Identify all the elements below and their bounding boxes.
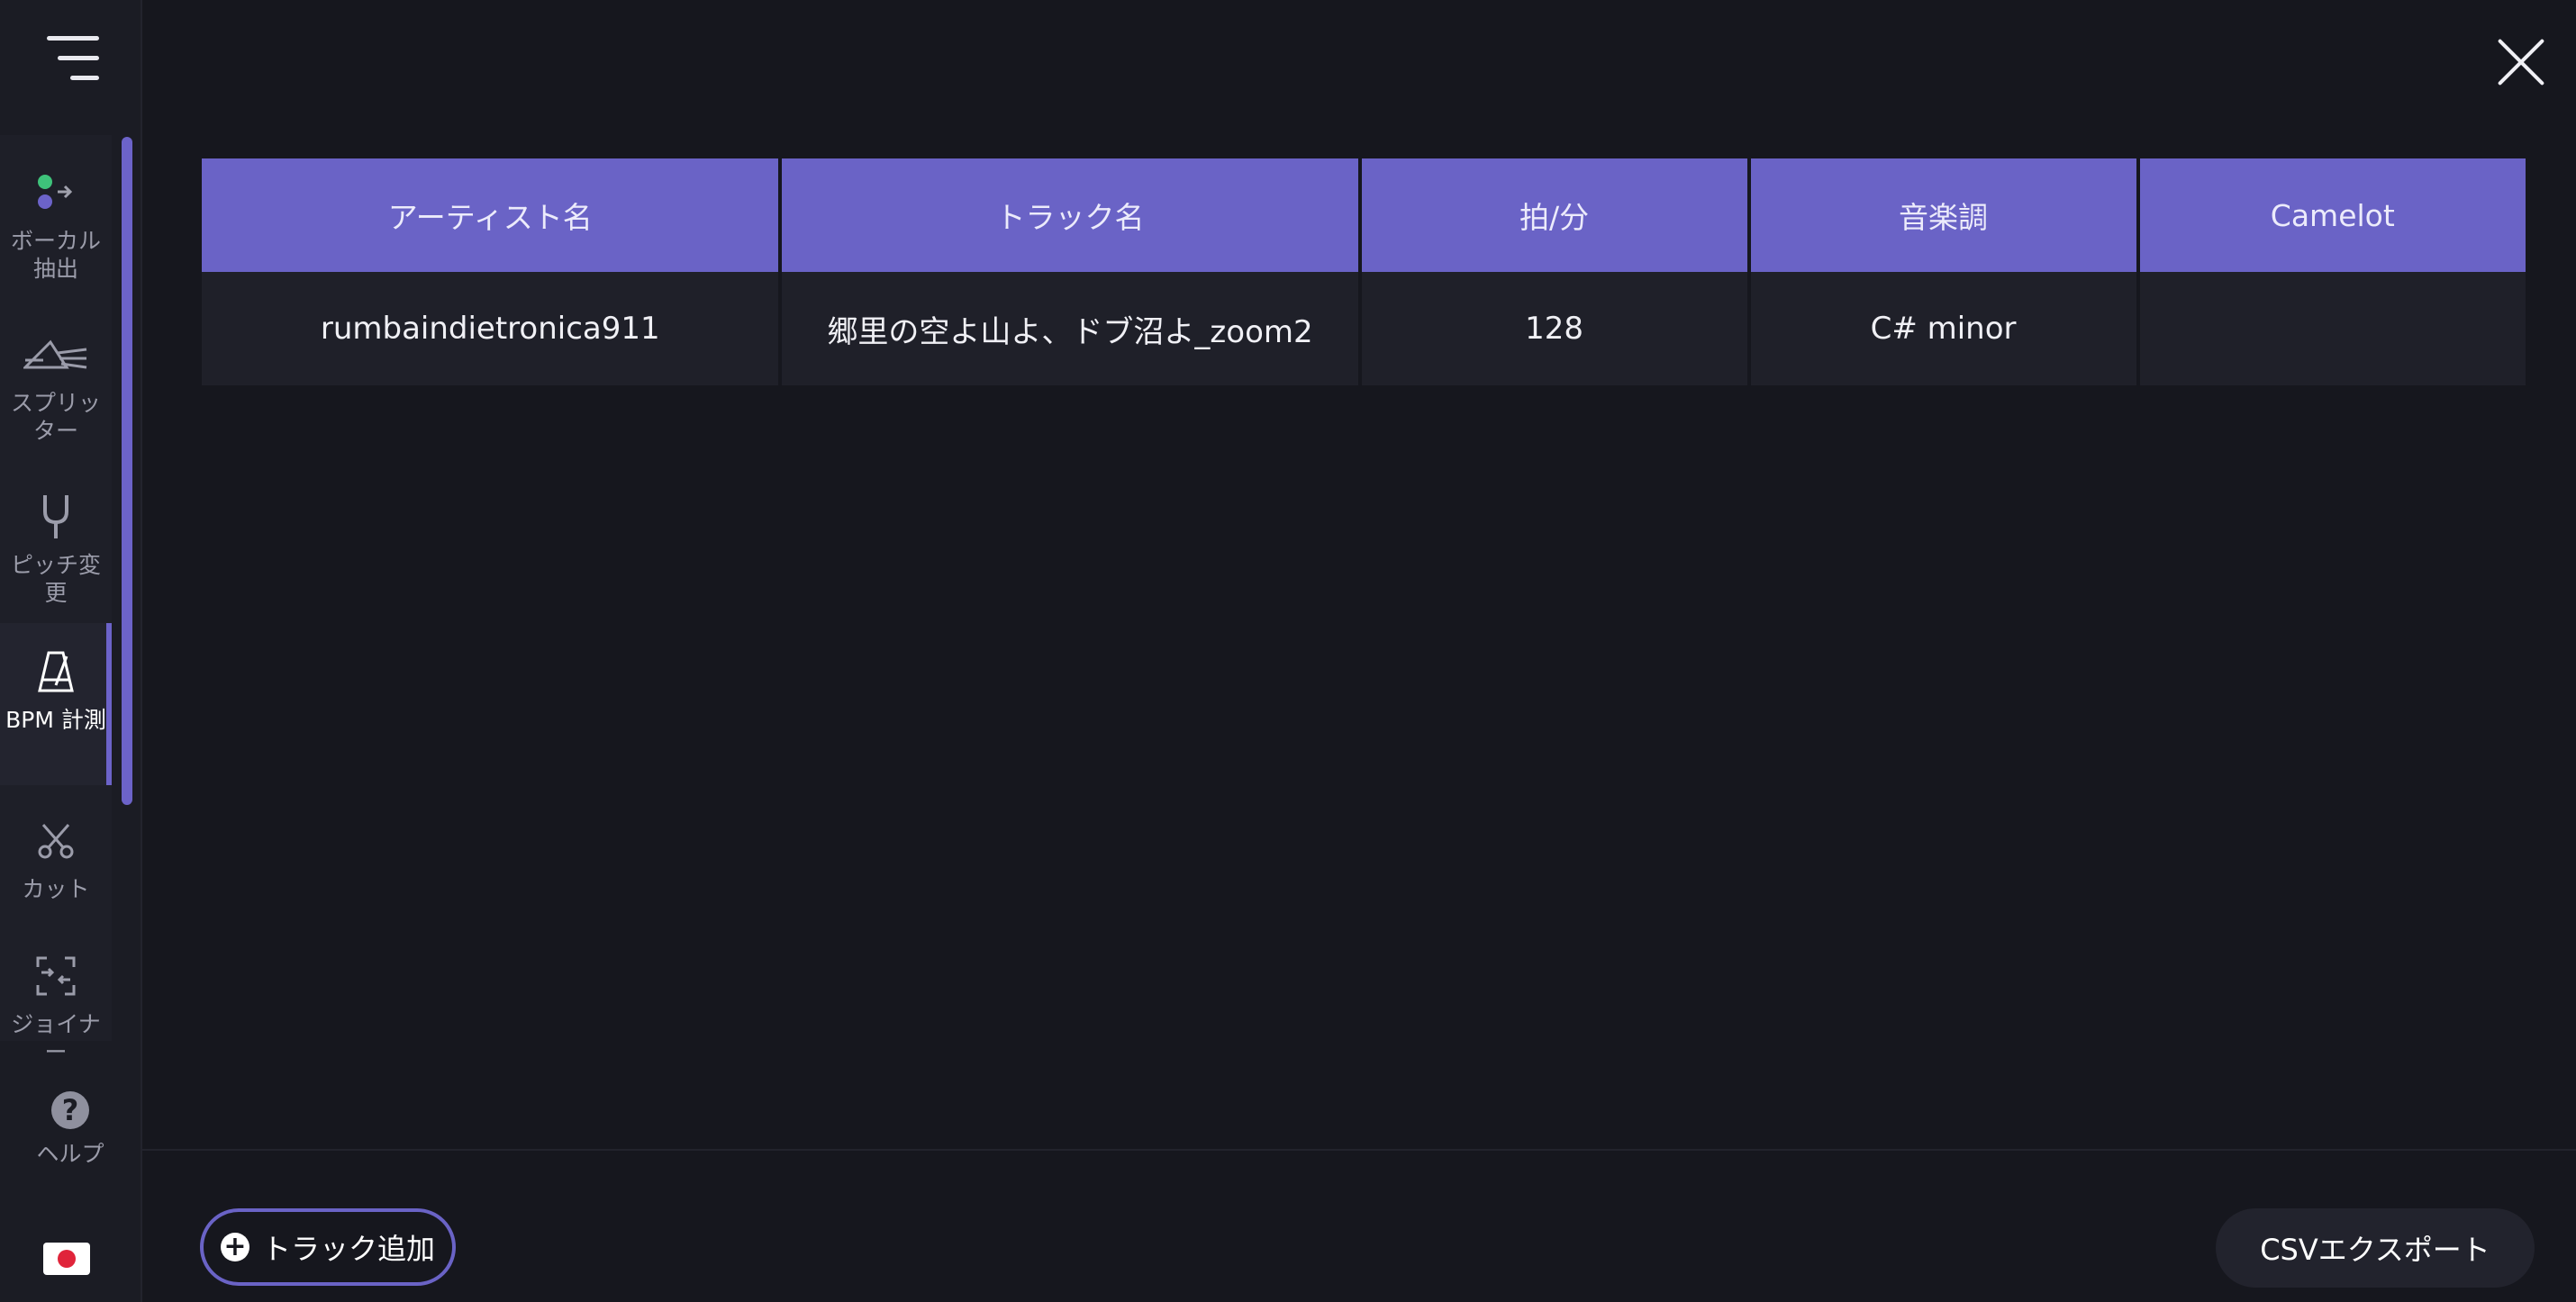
sidebar-item-label: ジョイナー [11, 1011, 101, 1065]
metronome-icon [38, 643, 74, 701]
column-header-artist[interactable]: アーティスト名 [202, 158, 779, 272]
tuning-fork-icon [40, 488, 72, 546]
jp-flag-icon[interactable] [43, 1243, 90, 1275]
scissors-icon [36, 812, 76, 870]
close-icon[interactable] [2495, 36, 2547, 88]
sidebar: ボーカル抽出 スプリッター ピッチ変更 BPM 計測 カット ジョイナー ? ヘ… [0, 0, 142, 1302]
help-button[interactable]: ? ヘルプ [0, 1091, 141, 1181]
footer-divider [142, 1149, 2576, 1151]
hamburger-menu-icon[interactable] [40, 36, 99, 83]
help-icon: ? [51, 1091, 89, 1129]
joiner-icon [34, 947, 77, 1005]
sidebar-item-label: スプリッター [10, 390, 101, 444]
table-row[interactable]: rumbaindietronica911 郷里の空よ山よ、ドブ沼よ_zoom2 … [202, 272, 2526, 385]
artist-cell: rumbaindietronica911 [202, 272, 779, 385]
column-header-camelot[interactable]: Camelot [2139, 158, 2526, 272]
vocal-extract-icon [34, 164, 77, 222]
column-header-bpm[interactable]: 拍/分 [1361, 158, 1747, 272]
sidebar-item-vocal-extract[interactable]: ボーカル抽出 [0, 144, 112, 306]
add-track-label: トラック追加 [261, 1232, 435, 1266]
tracks-table: アーティスト名 トラック名 拍/分 音楽調 Camelot rumbaindie… [198, 158, 2529, 385]
camelot-cell [2139, 272, 2526, 385]
plus-icon: + [220, 1233, 249, 1261]
sidebar-item-label: カット [22, 876, 90, 902]
track-cell: 郷里の空よ山よ、ドブ沼よ_zoom2 [782, 272, 1358, 385]
key-cell: C# minor [1750, 272, 2136, 385]
column-header-track[interactable]: トラック名 [782, 158, 1358, 272]
help-label: ヘルプ [36, 1141, 104, 1167]
sidebar-item-bpm[interactable]: BPM 計測 [0, 623, 112, 785]
sidebar-item-label: BPM 計測 [5, 707, 106, 733]
add-track-button[interactable]: + トラック追加 [200, 1208, 456, 1286]
table-header-row: アーティスト名 トラック名 拍/分 音楽調 Camelot [202, 158, 2526, 272]
bpm-cell: 128 [1361, 272, 1747, 385]
sidebar-item-label: ピッチ変更 [10, 552, 101, 606]
sidebar-item-pitch[interactable]: ピッチ変更 [0, 468, 112, 630]
csv-export-button[interactable]: CSVエクスポート [2216, 1208, 2535, 1288]
column-header-key[interactable]: 音楽調 [1750, 158, 2136, 272]
sidebar-item-label: ボーカル抽出 [10, 228, 101, 282]
sidebar-item-joiner[interactable]: ジョイナー [0, 927, 112, 1090]
sidebar-item-splitter[interactable]: スプリッター [0, 306, 112, 468]
splitter-icon [23, 326, 88, 384]
csv-export-label: CSVエクスポート [2260, 1233, 2490, 1267]
sidebar-scrollbar[interactable] [122, 137, 132, 805]
